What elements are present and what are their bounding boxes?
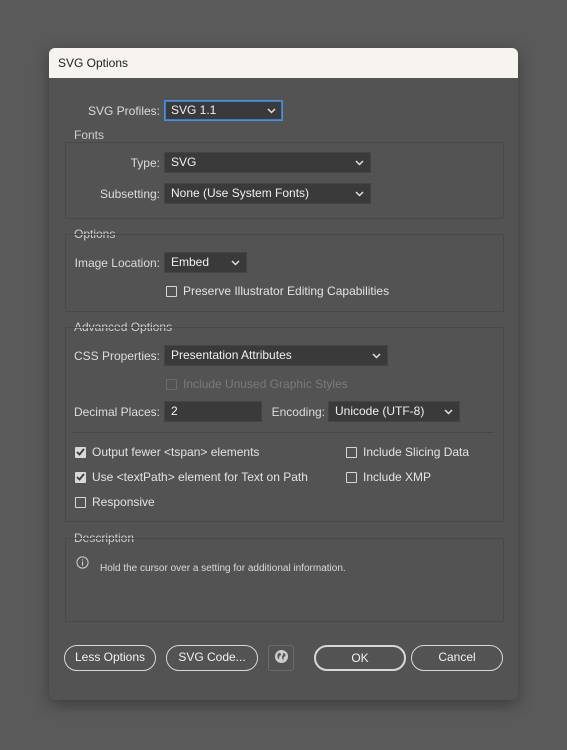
- decimal-places-label: Decimal Places:: [73, 405, 160, 419]
- checkbox-box-checked[interactable]: [75, 446, 86, 458]
- use-textpath-label: Use <textPath> element for Text on Path: [92, 470, 308, 484]
- globe-icon: [274, 649, 289, 667]
- preserve-editing-label: Preserve Illustrator Editing Capabilitie…: [183, 284, 390, 298]
- less-options-button[interactable]: Less Options: [64, 645, 156, 671]
- css-properties-value: Presentation Attributes: [171, 348, 292, 362]
- include-slicing-label: Include Slicing Data: [363, 445, 470, 459]
- font-type-label: Type:: [130, 156, 160, 170]
- include-xmp-checkbox[interactable]: Include XMP: [346, 470, 431, 484]
- encoding-value: Unicode (UTF-8): [335, 404, 425, 418]
- preserve-editing-checkbox[interactable]: Preserve Illustrator Editing Capabilitie…: [166, 284, 389, 298]
- web-preview-button[interactable]: [268, 645, 294, 671]
- svg-profiles-select[interactable]: SVG 1.1: [164, 100, 283, 121]
- subsetting-value: None (Use System Fonts): [171, 186, 310, 200]
- options-group: [65, 234, 504, 312]
- chevron-down-icon: [266, 101, 276, 120]
- svg-options-dialog: SVG Options SVG Profiles: SVG 1.1 Fonts …: [49, 48, 518, 700]
- font-type-select[interactable]: SVG: [164, 152, 371, 173]
- subsetting-label: Subsetting:: [99, 187, 160, 201]
- svg-code-button[interactable]: SVG Code...: [166, 645, 258, 671]
- decimal-places-input[interactable]: 2: [164, 401, 262, 422]
- checkbox-box-checked[interactable]: [75, 471, 86, 483]
- checkbox-box[interactable]: [346, 446, 357, 458]
- include-unused-styles-label: Include Unused Graphic Styles: [183, 377, 348, 391]
- encoding-select[interactable]: Unicode (UTF-8): [328, 401, 460, 422]
- subsetting-select[interactable]: None (Use System Fonts): [164, 183, 371, 204]
- include-slicing-checkbox[interactable]: Include Slicing Data: [346, 445, 469, 459]
- encoding-label: Encoding:: [271, 405, 325, 419]
- fonts-group-title: Fonts: [74, 128, 105, 142]
- checkbox-box[interactable]: [166, 378, 177, 390]
- css-properties-label: CSS Properties:: [73, 349, 160, 363]
- responsive-label: Responsive: [92, 495, 155, 509]
- checkbox-box[interactable]: [166, 285, 177, 297]
- info-icon: [76, 556, 89, 572]
- image-location-select[interactable]: Embed: [164, 252, 247, 273]
- include-xmp-label: Include XMP: [363, 470, 432, 484]
- chevron-down-icon: [443, 402, 453, 421]
- use-textpath-checkbox[interactable]: Use <textPath> element for Text on Path: [75, 470, 308, 484]
- output-fewer-tspan-checkbox[interactable]: Output fewer <tspan> elements: [75, 445, 259, 459]
- include-unused-styles-checkbox[interactable]: Include Unused Graphic Styles: [166, 377, 348, 391]
- svg-profiles-label: SVG Profiles:: [87, 104, 160, 118]
- image-location-value: Embed: [171, 255, 210, 269]
- font-type-value: SVG: [171, 155, 197, 169]
- description-group: [65, 538, 504, 622]
- dialog-title: SVG Options: [49, 48, 518, 78]
- description-text: Hold the cursor over a setting for addit…: [100, 563, 346, 574]
- css-properties-select[interactable]: Presentation Attributes: [164, 345, 388, 366]
- output-fewer-tspan-label: Output fewer <tspan> elements: [92, 445, 260, 459]
- svg-profiles-value: SVG 1.1: [171, 103, 217, 117]
- cancel-button[interactable]: Cancel: [411, 645, 503, 671]
- chevron-down-icon: [354, 184, 364, 203]
- chevron-down-icon: [230, 253, 240, 272]
- image-location-label: Image Location:: [74, 256, 160, 270]
- checkbox-box[interactable]: [346, 471, 357, 483]
- ok-button[interactable]: OK: [314, 645, 406, 671]
- chevron-down-icon: [354, 153, 364, 172]
- advanced-divider: [73, 432, 494, 433]
- checkbox-box[interactable]: [75, 496, 86, 508]
- chevron-down-icon: [371, 346, 381, 365]
- responsive-checkbox[interactable]: Responsive: [75, 495, 155, 509]
